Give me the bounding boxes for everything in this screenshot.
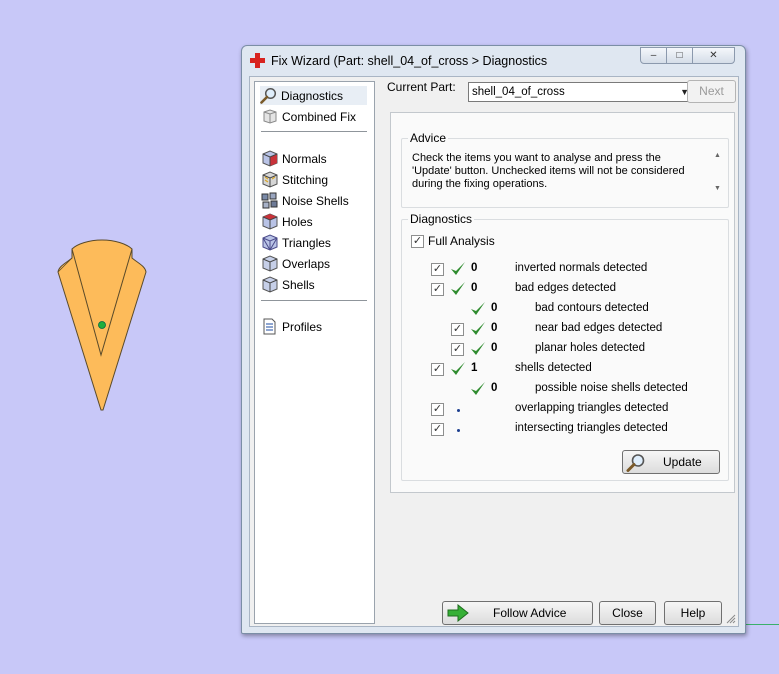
green-check-icon [451,262,465,275]
nav-item-combined-fix[interactable]: Combined Fix [261,107,356,126]
green-check-icon [471,342,485,355]
close-window-button[interactable]: ✕ [692,47,735,64]
window-title: Fix Wizard (Part: shell_04_of_cross > Di… [271,54,548,68]
row-label: intersecting triangles detected [515,422,668,434]
current-part-value: shell_04_of_cross [472,86,565,98]
magnifier-icon [260,87,277,104]
row-count: 0 [471,262,478,274]
nav-item-label: Shells [282,277,315,292]
green-check-icon [451,282,465,295]
row-count: 0 [471,282,478,294]
row-label: shells detected [515,362,592,374]
help-button[interactable]: Help [664,601,722,625]
row-count: 0 [491,302,498,314]
pending-dot-icon [457,409,460,412]
green-check-icon [471,322,485,335]
row-label: near bad edges detected [535,322,663,334]
nav-item-label: Normals [282,151,327,166]
title-bar[interactable]: Fix Wizard (Part: shell_04_of_cross > Di… [242,46,745,76]
resize-grip-icon[interactable] [726,614,736,624]
nav-item-normals[interactable]: Normals [261,149,327,168]
green-check-icon [471,302,485,315]
dialog-client: Diagnostics Combined Fix Normals Stitchi… [249,76,739,627]
advice-group: Advice Check the items you want to analy… [401,131,729,208]
red-cross-icon [250,53,265,68]
diagnostics-group: Diagnostics ✓ Full Analysis ✓ 0 inverted n… [401,212,729,481]
nav-item-label: Diagnostics [281,88,344,103]
nav-item-overlaps[interactable]: Overlaps [261,254,330,273]
part-shape[interactable] [55,238,150,413]
nav-item-stitching[interactable]: Stitching [261,170,328,189]
row-label: inverted normals detected [515,262,648,274]
nav-item-label: Profiles [282,319,323,334]
shells-cube-icon [262,276,278,293]
nav-item-label: Combined Fix [282,109,357,124]
green-check-icon [451,362,465,375]
nav-item-label: Noise Shells [282,193,349,208]
scroll-down-icon[interactable]: ▼ [714,185,721,192]
row-checkbox[interactable]: ✓ [451,323,464,336]
row-checkbox[interactable]: ✓ [431,403,444,416]
current-part-select[interactable]: shell_04_of_cross ▼ [468,82,694,102]
full-analysis-label: Full Analysis [428,234,495,248]
follow-advice-button[interactable]: Follow Advice [442,601,593,625]
part-center-marker [98,321,106,329]
row-count: 0 [491,382,498,394]
nav-item-shells[interactable]: Shells [261,275,315,294]
overlaps-cube-icon [262,255,278,272]
row-checkbox[interactable]: ✓ [451,343,464,356]
row-label: bad edges detected [515,282,617,294]
wizard-nav-panel: Diagnostics Combined Fix Normals Stitchi… [254,81,375,624]
row-label: planar holes detected [535,342,645,354]
fix-wizard-dialog: Fix Wizard (Part: shell_04_of_cross > Di… [241,45,746,634]
row-label: overlapping triangles detected [515,402,669,414]
row-label: possible noise shells detected [535,382,688,394]
follow-advice-label: Follow Advice [493,606,567,620]
close-button[interactable]: Close [599,601,656,625]
row-count: 0 [491,342,498,354]
nav-item-diagnostics[interactable]: Diagnostics [260,86,367,105]
triangles-cube-icon [262,234,278,251]
pending-dot-icon [457,429,460,432]
nav-item-label: Overlaps [282,256,331,271]
full-analysis-checkbox[interactable]: ✓ [411,235,424,248]
nav-item-noise-shells[interactable]: Noise Shells [261,191,349,210]
nav-divider [261,131,367,132]
nav-item-label: Holes [282,214,313,229]
green-check-icon [471,382,485,395]
nav-item-triangles[interactable]: Triangles [261,233,331,252]
update-button-label: Update [663,455,702,469]
current-part-label: Current Part: [387,80,456,94]
nav-divider [261,300,367,301]
next-button[interactable]: Next [687,80,736,103]
row-checkbox[interactable]: ✓ [431,363,444,376]
row-checkbox[interactable]: ✓ [431,283,444,296]
nav-item-label: Triangles [282,235,331,250]
maximize-button[interactable]: □ [666,47,693,64]
noise-shells-icon [261,192,278,209]
row-count: 1 [471,362,478,374]
nav-item-label: Stitching [282,172,329,187]
normals-cube-icon [262,150,278,167]
nav-item-holes[interactable]: Holes [261,212,313,231]
advice-group-title: Advice [408,131,449,145]
holes-cube-icon [262,213,278,230]
green-arrow-icon [447,604,469,622]
magnifier-icon [626,454,645,472]
row-checkbox[interactable]: ✓ [431,263,444,276]
minimize-button[interactable]: – [640,47,667,64]
advice-scrollbar[interactable]: ▲ ▼ [711,149,724,195]
row-checkbox[interactable]: ✓ [431,423,444,436]
profiles-document-icon [263,318,276,335]
update-button[interactable]: Update [622,450,720,474]
combined-fix-icon [263,109,277,124]
advice-text: Check the items you want to analyse and … [412,152,685,190]
nav-item-profiles[interactable]: Profiles [261,317,322,336]
diagnostics-content-panel: Advice Check the items you want to analy… [390,112,735,493]
stitching-cube-icon [262,171,278,188]
diagnostics-group-title: Diagnostics [408,212,475,226]
scroll-up-icon[interactable]: ▲ [714,152,721,159]
row-label: bad contours detected [535,302,649,314]
row-count: 0 [491,322,498,334]
